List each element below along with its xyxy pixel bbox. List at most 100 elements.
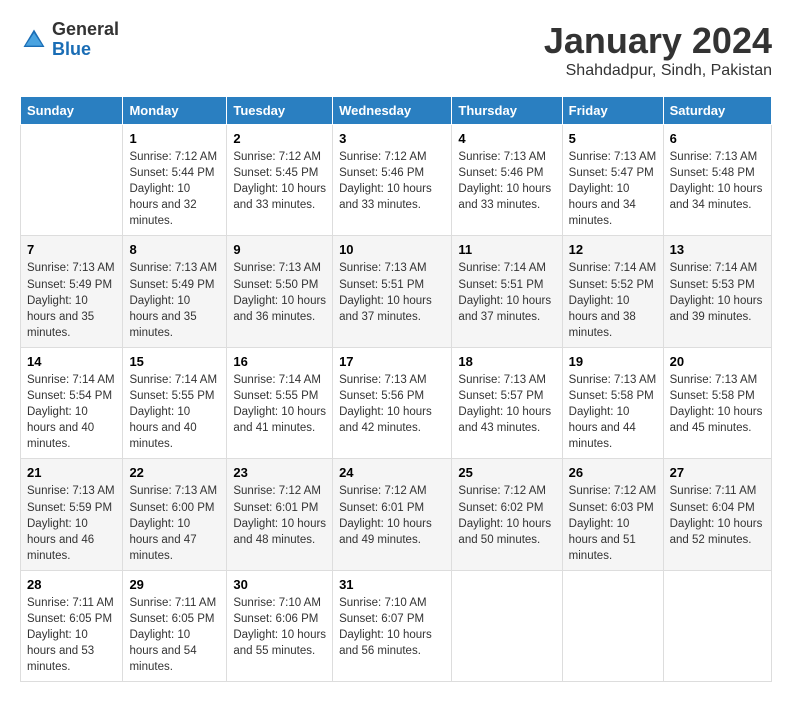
day-info: Sunrise: 7:10 AMSunset: 6:07 PMDaylight:…: [339, 595, 445, 659]
weekday-header: Friday: [562, 97, 663, 125]
calendar-cell: 13 Sunrise: 7:14 AMSunset: 5:53 PMDayligh…: [663, 236, 771, 347]
calendar-cell: 27 Sunrise: 7:11 AMSunset: 6:04 PMDayligh…: [663, 459, 771, 570]
day-info: Sunrise: 7:13 AMSunset: 5:58 PMDaylight:…: [569, 372, 657, 452]
calendar-cell: 9 Sunrise: 7:13 AMSunset: 5:50 PMDaylight…: [227, 236, 333, 347]
day-info: Sunrise: 7:12 AMSunset: 5:46 PMDaylight:…: [339, 149, 445, 213]
calendar-cell: 10 Sunrise: 7:13 AMSunset: 5:51 PMDayligh…: [333, 236, 452, 347]
day-info: Sunrise: 7:13 AMSunset: 5:51 PMDaylight:…: [339, 260, 445, 324]
day-info: Sunrise: 7:12 AMSunset: 5:45 PMDaylight:…: [233, 149, 326, 213]
location: Shahdadpur, Sindh, Pakistan: [544, 62, 772, 80]
calendar-cell: 11 Sunrise: 7:14 AMSunset: 5:51 PMDayligh…: [452, 236, 562, 347]
day-info: Sunrise: 7:12 AMSunset: 5:44 PMDaylight:…: [129, 149, 220, 229]
day-number: 13: [670, 242, 765, 257]
calendar-cell: 21 Sunrise: 7:13 AMSunset: 5:59 PMDayligh…: [21, 459, 123, 570]
day-number: 3: [339, 131, 445, 146]
calendar-cell: 24 Sunrise: 7:12 AMSunset: 6:01 PMDayligh…: [333, 459, 452, 570]
day-number: 5: [569, 131, 657, 146]
calendar-cell: 14 Sunrise: 7:14 AMSunset: 5:54 PMDayligh…: [21, 347, 123, 458]
calendar-cell: 17 Sunrise: 7:13 AMSunset: 5:56 PMDayligh…: [333, 347, 452, 458]
day-info: Sunrise: 7:11 AMSunset: 6:04 PMDaylight:…: [670, 483, 765, 547]
day-info: Sunrise: 7:11 AMSunset: 6:05 PMDaylight:…: [129, 595, 220, 675]
calendar-cell: [452, 570, 562, 681]
calendar-cell: 5Sunrise: 7:13 AMSunset: 5:47 PMDaylight…: [562, 125, 663, 236]
calendar-cell: 2 Sunrise: 7:12 AMSunset: 5:45 PMDaylight…: [227, 125, 333, 236]
day-info: Sunrise: 7:11 AMSunset: 6:05 PMDaylight:…: [27, 595, 116, 675]
page-header: General Blue January 2024 Shahdadpur, Si…: [20, 20, 772, 80]
day-number: 14: [27, 354, 116, 369]
day-number: 24: [339, 465, 445, 480]
day-info: Sunrise: 7:14 AMSunset: 5:55 PMDaylight:…: [129, 372, 220, 452]
day-info: Sunrise: 7:14 AMSunset: 5:54 PMDaylight:…: [27, 372, 116, 452]
weekday-header: Saturday: [663, 97, 771, 125]
day-number: 28: [27, 577, 116, 592]
weekday-header: Thursday: [452, 97, 562, 125]
day-number: 19: [569, 354, 657, 369]
day-info: Sunrise: 7:13 AMSunset: 5:50 PMDaylight:…: [233, 260, 326, 324]
day-number: 10: [339, 242, 445, 257]
day-info: Sunrise: 7:12 AMSunset: 6:01 PMDaylight:…: [339, 483, 445, 547]
calendar-cell: 18 Sunrise: 7:13 AMSunset: 5:57 PMDayligh…: [452, 347, 562, 458]
day-number: 15: [129, 354, 220, 369]
calendar-cell: 12 Sunrise: 7:14 AMSunset: 5:52 PMDayligh…: [562, 236, 663, 347]
weekday-header-row: SundayMondayTuesdayWednesdayThursdayFrid…: [21, 97, 772, 125]
calendar-cell: 28 Sunrise: 7:11 AMSunset: 6:05 PMDayligh…: [21, 570, 123, 681]
day-info: Sunrise: 7:14 AMSunset: 5:51 PMDaylight:…: [458, 260, 555, 324]
day-number: 17: [339, 354, 445, 369]
day-number: 9: [233, 242, 326, 257]
day-info: Sunrise: 7:13 AMSunset: 5:48 PMDaylight:…: [670, 149, 765, 213]
day-info: Sunrise: 7:14 AMSunset: 5:53 PMDaylight:…: [670, 260, 765, 324]
weekday-header: Wednesday: [333, 97, 452, 125]
day-info: Sunrise: 7:13 AMSunset: 5:59 PMDaylight:…: [27, 483, 116, 563]
calendar-cell: 30 Sunrise: 7:10 AMSunset: 6:06 PMDayligh…: [227, 570, 333, 681]
day-number: 25: [458, 465, 555, 480]
day-number: 29: [129, 577, 220, 592]
day-number: 23: [233, 465, 326, 480]
day-number: 12: [569, 242, 657, 257]
day-info: Sunrise: 7:13 AMSunset: 5:56 PMDaylight:…: [339, 372, 445, 436]
calendar-cell: 29 Sunrise: 7:11 AMSunset: 6:05 PMDayligh…: [123, 570, 227, 681]
calendar-week-row: 7Sunrise: 7:13 AMSunset: 5:49 PMDaylight…: [21, 236, 772, 347]
day-info: Sunrise: 7:13 AMSunset: 5:57 PMDaylight:…: [458, 372, 555, 436]
calendar-cell: 7Sunrise: 7:13 AMSunset: 5:49 PMDaylight…: [21, 236, 123, 347]
calendar-table: SundayMondayTuesdayWednesdayThursdayFrid…: [20, 96, 772, 682]
day-number: 11: [458, 242, 555, 257]
day-info: Sunrise: 7:10 AMSunset: 6:06 PMDaylight:…: [233, 595, 326, 659]
weekday-header: Monday: [123, 97, 227, 125]
calendar-cell: 26Sunrise: 7:12 AMSunset: 6:03 PMDayligh…: [562, 459, 663, 570]
day-number: 2: [233, 131, 326, 146]
calendar-cell: 31 Sunrise: 7:10 AMSunset: 6:07 PMDayligh…: [333, 570, 452, 681]
logo-general: General: [52, 19, 119, 39]
day-number: 18: [458, 354, 555, 369]
calendar-week-row: 1 Sunrise: 7:12 AMSunset: 5:44 PMDaylight…: [21, 125, 772, 236]
day-number: 20: [670, 354, 765, 369]
calendar-week-row: 21 Sunrise: 7:13 AMSunset: 5:59 PMDayligh…: [21, 459, 772, 570]
calendar-cell: [663, 570, 771, 681]
calendar-cell: 19 Sunrise: 7:13 AMSunset: 5:58 PMDayligh…: [562, 347, 663, 458]
day-number: 1: [129, 131, 220, 146]
calendar-cell: 3 Sunrise: 7:12 AMSunset: 5:46 PMDaylight…: [333, 125, 452, 236]
day-number: 6: [670, 131, 765, 146]
day-info: Sunrise: 7:13 AMSunset: 5:49 PMDaylight:…: [27, 260, 116, 340]
day-number: 26: [569, 465, 657, 480]
day-info: Sunrise: 7:13 AMSunset: 5:46 PMDaylight:…: [458, 149, 555, 213]
calendar-cell: 23Sunrise: 7:12 AMSunset: 6:01 PMDayligh…: [227, 459, 333, 570]
calendar-cell: 15 Sunrise: 7:14 AMSunset: 5:55 PMDayligh…: [123, 347, 227, 458]
month-title: January 2024: [544, 20, 772, 62]
day-number: 16: [233, 354, 326, 369]
day-number: 22: [129, 465, 220, 480]
day-number: 31: [339, 577, 445, 592]
logo-icon: [20, 26, 48, 54]
day-number: 8: [129, 242, 220, 257]
logo-blue: Blue: [52, 39, 91, 59]
calendar-cell: 20Sunrise: 7:13 AMSunset: 5:58 PMDayligh…: [663, 347, 771, 458]
calendar-cell: 1 Sunrise: 7:12 AMSunset: 5:44 PMDaylight…: [123, 125, 227, 236]
calendar-cell: 4Sunrise: 7:13 AMSunset: 5:46 PMDaylight…: [452, 125, 562, 236]
calendar-cell: 25Sunrise: 7:12 AMSunset: 6:02 PMDayligh…: [452, 459, 562, 570]
calendar-week-row: 14 Sunrise: 7:14 AMSunset: 5:54 PMDayligh…: [21, 347, 772, 458]
calendar-cell: 8Sunrise: 7:13 AMSunset: 5:49 PMDaylight…: [123, 236, 227, 347]
day-number: 21: [27, 465, 116, 480]
day-info: Sunrise: 7:14 AMSunset: 5:52 PMDaylight:…: [569, 260, 657, 340]
day-info: Sunrise: 7:14 AMSunset: 5:55 PMDaylight:…: [233, 372, 326, 436]
day-number: 30: [233, 577, 326, 592]
day-number: 27: [670, 465, 765, 480]
